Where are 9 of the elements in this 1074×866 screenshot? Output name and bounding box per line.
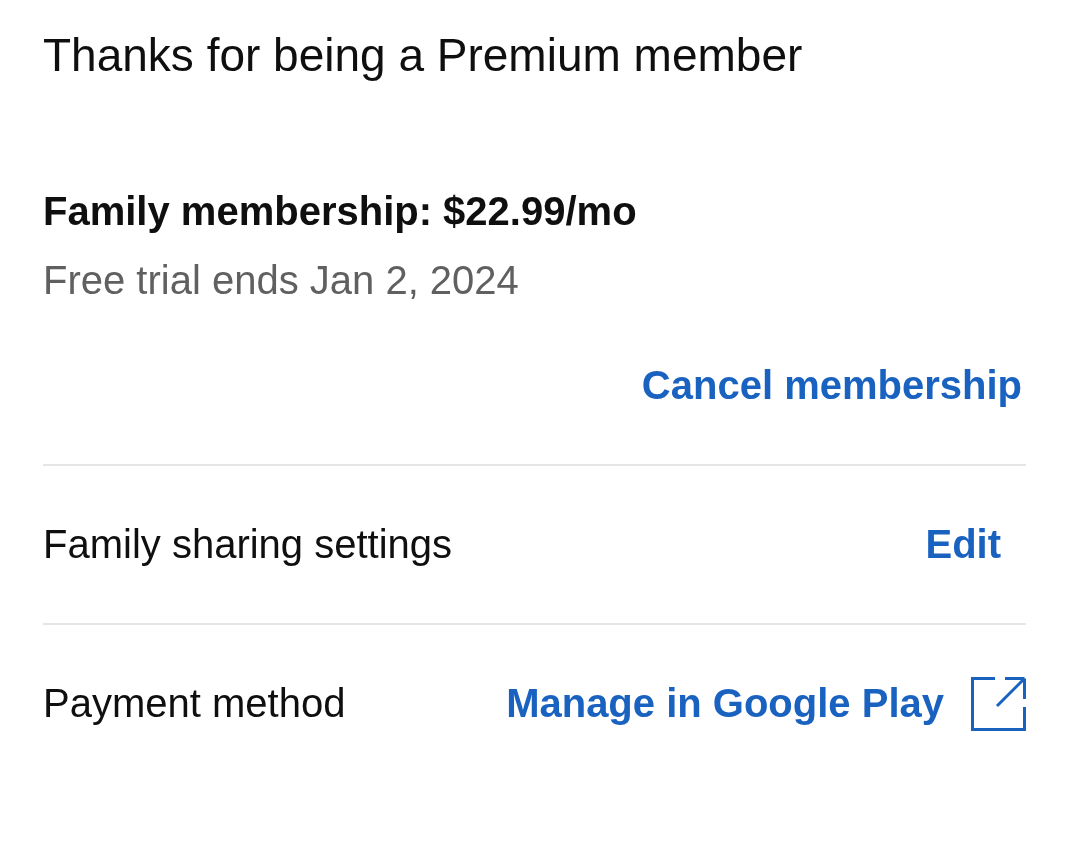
manage-link[interactable]: Manage in Google Play: [506, 680, 944, 727]
edit-link[interactable]: Edit: [925, 521, 1001, 568]
setting-label: Family sharing settings: [43, 521, 453, 568]
plan-price: Family membership: $22.99/mo: [43, 188, 638, 235]
external-link-icon[interactable]: [971, 676, 1026, 731]
cancel-membership-link[interactable]: Cancel membership: [641, 362, 1022, 409]
page-title: Thanks for being a Premium member: [43, 28, 804, 82]
trial-end-note: Free trial ends Jan 2, 2024: [43, 257, 520, 304]
setting-label: Payment method: [43, 680, 346, 727]
